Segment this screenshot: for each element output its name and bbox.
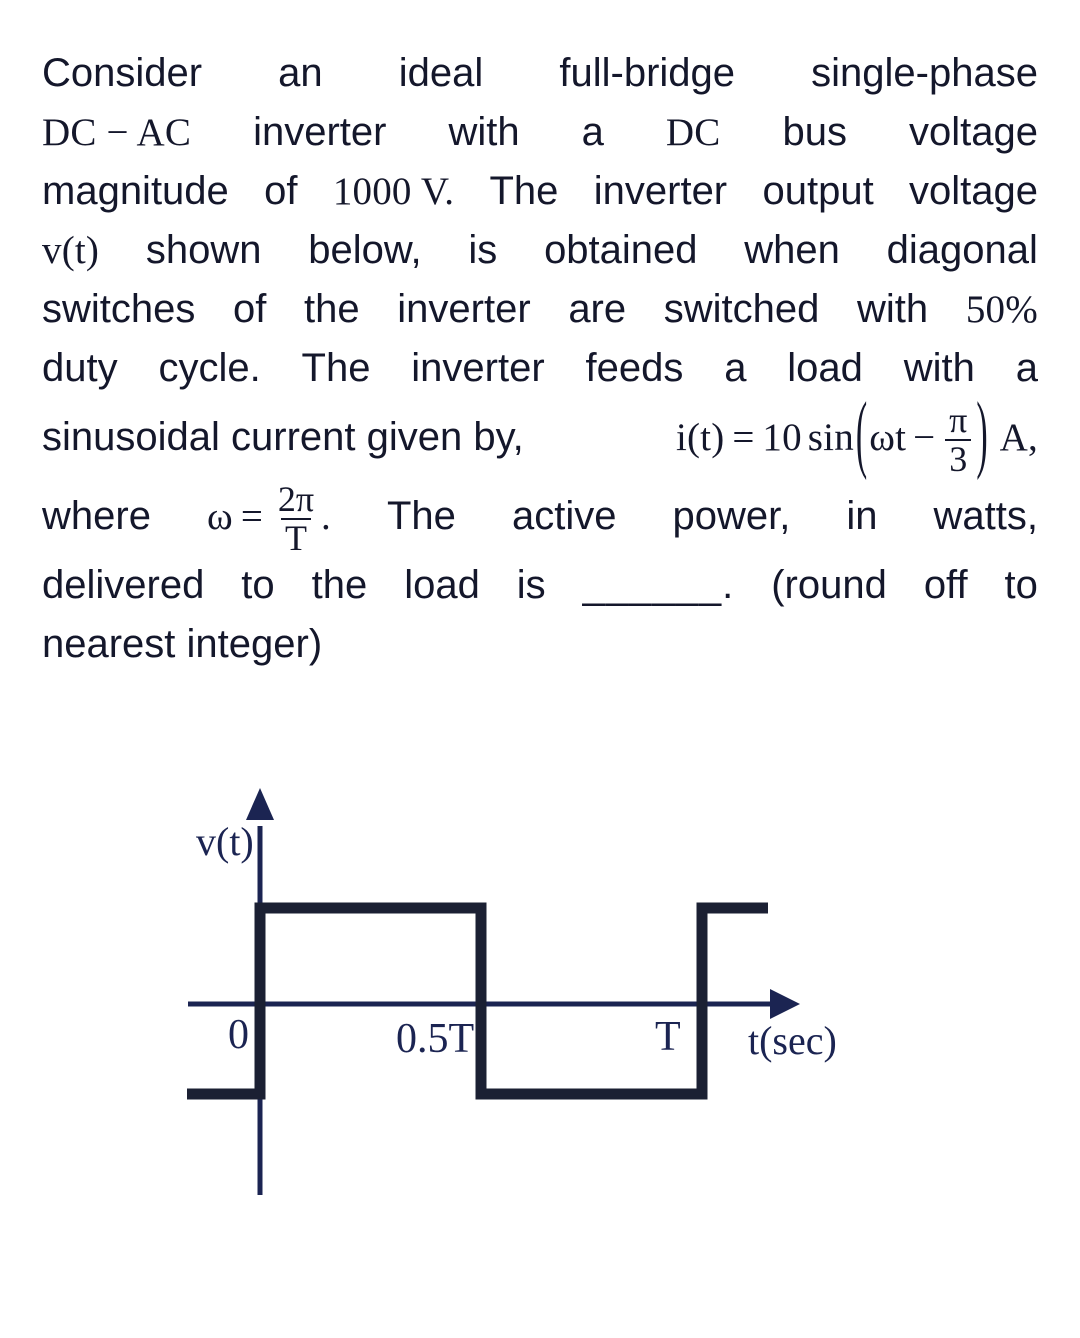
word: inverter: [593, 169, 728, 213]
math-token-duty: 50%: [965, 288, 1038, 331]
open-paren: (: [855, 387, 868, 482]
word: power,: [672, 494, 791, 538]
word: Consider: [42, 51, 203, 95]
word: inverter: [411, 346, 545, 390]
x-tick-label-T: T: [655, 1014, 681, 1060]
phase-numerator: π: [949, 399, 968, 440]
word: the: [311, 563, 368, 607]
omega-fraction: 2π T: [274, 478, 318, 558]
word: diagonal: [886, 228, 1038, 272]
omega-lead-text: where: [42, 494, 151, 538]
omega-symbol: ω: [206, 495, 233, 538]
math-token-bus-voltage: 1000 V.: [332, 170, 455, 213]
word: is: [516, 563, 546, 607]
word: inverter: [253, 110, 387, 154]
question-line: DC − AC inverter with a DC bus voltage: [42, 103, 1038, 162]
word: are: [568, 287, 627, 331]
word: the: [304, 287, 360, 331]
equation-lead-text: sinusoidal current given by,: [42, 415, 524, 459]
x-axis-label: t(sec): [748, 1018, 837, 1063]
question-line-answer-blank: delivered to the load is ______. (round …: [42, 556, 1038, 615]
word: The: [387, 494, 456, 538]
word: inverter: [397, 287, 531, 331]
omega-numerator: 2π: [277, 478, 315, 519]
word: a: [724, 346, 747, 390]
word: with: [448, 110, 520, 154]
word: single-phase: [811, 51, 1038, 95]
word: duty: [42, 346, 118, 390]
word: off: [923, 563, 968, 607]
word: shown: [145, 228, 262, 272]
omega-equation: ω = 2π T .: [206, 478, 331, 558]
word: with: [857, 287, 929, 331]
word: below,: [308, 228, 422, 272]
current-amplitude: 10: [762, 416, 802, 459]
question-line-closing: nearest integer): [42, 615, 1038, 674]
question-line: switches of the inverter are switched wi…: [42, 280, 1038, 339]
word: delivered: [42, 563, 205, 607]
waveform-figure: v(t) 0 0.5T T t(sec): [0, 760, 1080, 1230]
word: feeds: [585, 346, 684, 390]
minus-sign: −: [913, 416, 936, 459]
math-token-vt: v(t): [42, 229, 100, 272]
word: output: [762, 169, 874, 213]
omega-period-mark: .: [321, 495, 331, 538]
word: of: [264, 169, 298, 213]
y-axis-arrowhead: [246, 788, 274, 820]
word: full-bridge: [559, 51, 736, 95]
word: magnitude: [42, 169, 229, 213]
word: is: [468, 228, 498, 272]
question-line: duty cycle. The inverter feeds a load wi…: [42, 339, 1038, 398]
phase-denominator: 3: [945, 439, 972, 478]
question-line: magnitude of 1000 V. The inverter output…: [42, 162, 1038, 221]
question-text-block: Consider an ideal full-bridge single-pha…: [42, 44, 1038, 674]
word: bus: [782, 110, 847, 154]
word: an: [278, 51, 323, 95]
word: (round: [771, 563, 887, 607]
equals-sign: =: [732, 416, 755, 459]
voltage-waveform-path: [187, 902, 768, 1100]
omega-denominator: T: [280, 518, 311, 557]
word: to: [1004, 563, 1038, 607]
close-paren: ): [976, 387, 988, 482]
word: a: [1015, 346, 1038, 390]
word: voltage: [909, 169, 1038, 213]
omega-t-term: ωt: [869, 416, 907, 459]
word: load: [787, 346, 863, 390]
y-axis-label: v(t): [196, 819, 254, 864]
answer-blank[interactable]: ______.: [583, 556, 735, 615]
word: The: [489, 169, 559, 213]
word: ideal: [398, 51, 484, 95]
waveform-svg: v(t) 0 0.5T T t(sec): [187, 788, 837, 1195]
question-line: v(t) shown below, is obtained when diago…: [42, 221, 1038, 280]
x-tick-label-half-T: 0.5T: [396, 1016, 474, 1062]
word: obtained: [544, 228, 698, 272]
closing-text: nearest integer): [42, 622, 323, 666]
x-axis-arrowhead: [770, 989, 800, 1019]
word: load: [404, 563, 480, 607]
word: with: [903, 346, 975, 390]
sine-function-name: sin: [807, 416, 854, 459]
word: when: [744, 228, 840, 272]
word: switches: [42, 287, 196, 331]
word: cycle.: [158, 346, 261, 390]
word: voltage: [908, 110, 1038, 154]
current-equation: i(t) = 10 sin ( ωt − π 3 ) A,: [675, 388, 1038, 482]
question-line-current-equation: sinusoidal current given by, i(t) = 10 s…: [42, 388, 1038, 482]
math-token-dc-ac: DC − AC: [42, 111, 192, 154]
word: of: [233, 287, 267, 331]
word: a: [581, 110, 604, 154]
word: switched: [663, 287, 820, 331]
word: active: [511, 494, 617, 538]
current-unit: A,: [999, 416, 1038, 459]
word: to: [241, 563, 275, 607]
x-tick-label-0: 0: [228, 1012, 249, 1058]
equals-sign: =: [240, 495, 263, 538]
math-token-dc: DC: [665, 111, 721, 154]
word: The: [301, 346, 371, 390]
question-line-omega-equation: where ω = 2π T . The active power, in wa…: [42, 477, 1038, 558]
phase-fraction: π 3: [945, 399, 972, 479]
question-line: Consider an ideal full-bridge single-pha…: [42, 44, 1038, 103]
current-lhs: i(t): [675, 416, 725, 459]
